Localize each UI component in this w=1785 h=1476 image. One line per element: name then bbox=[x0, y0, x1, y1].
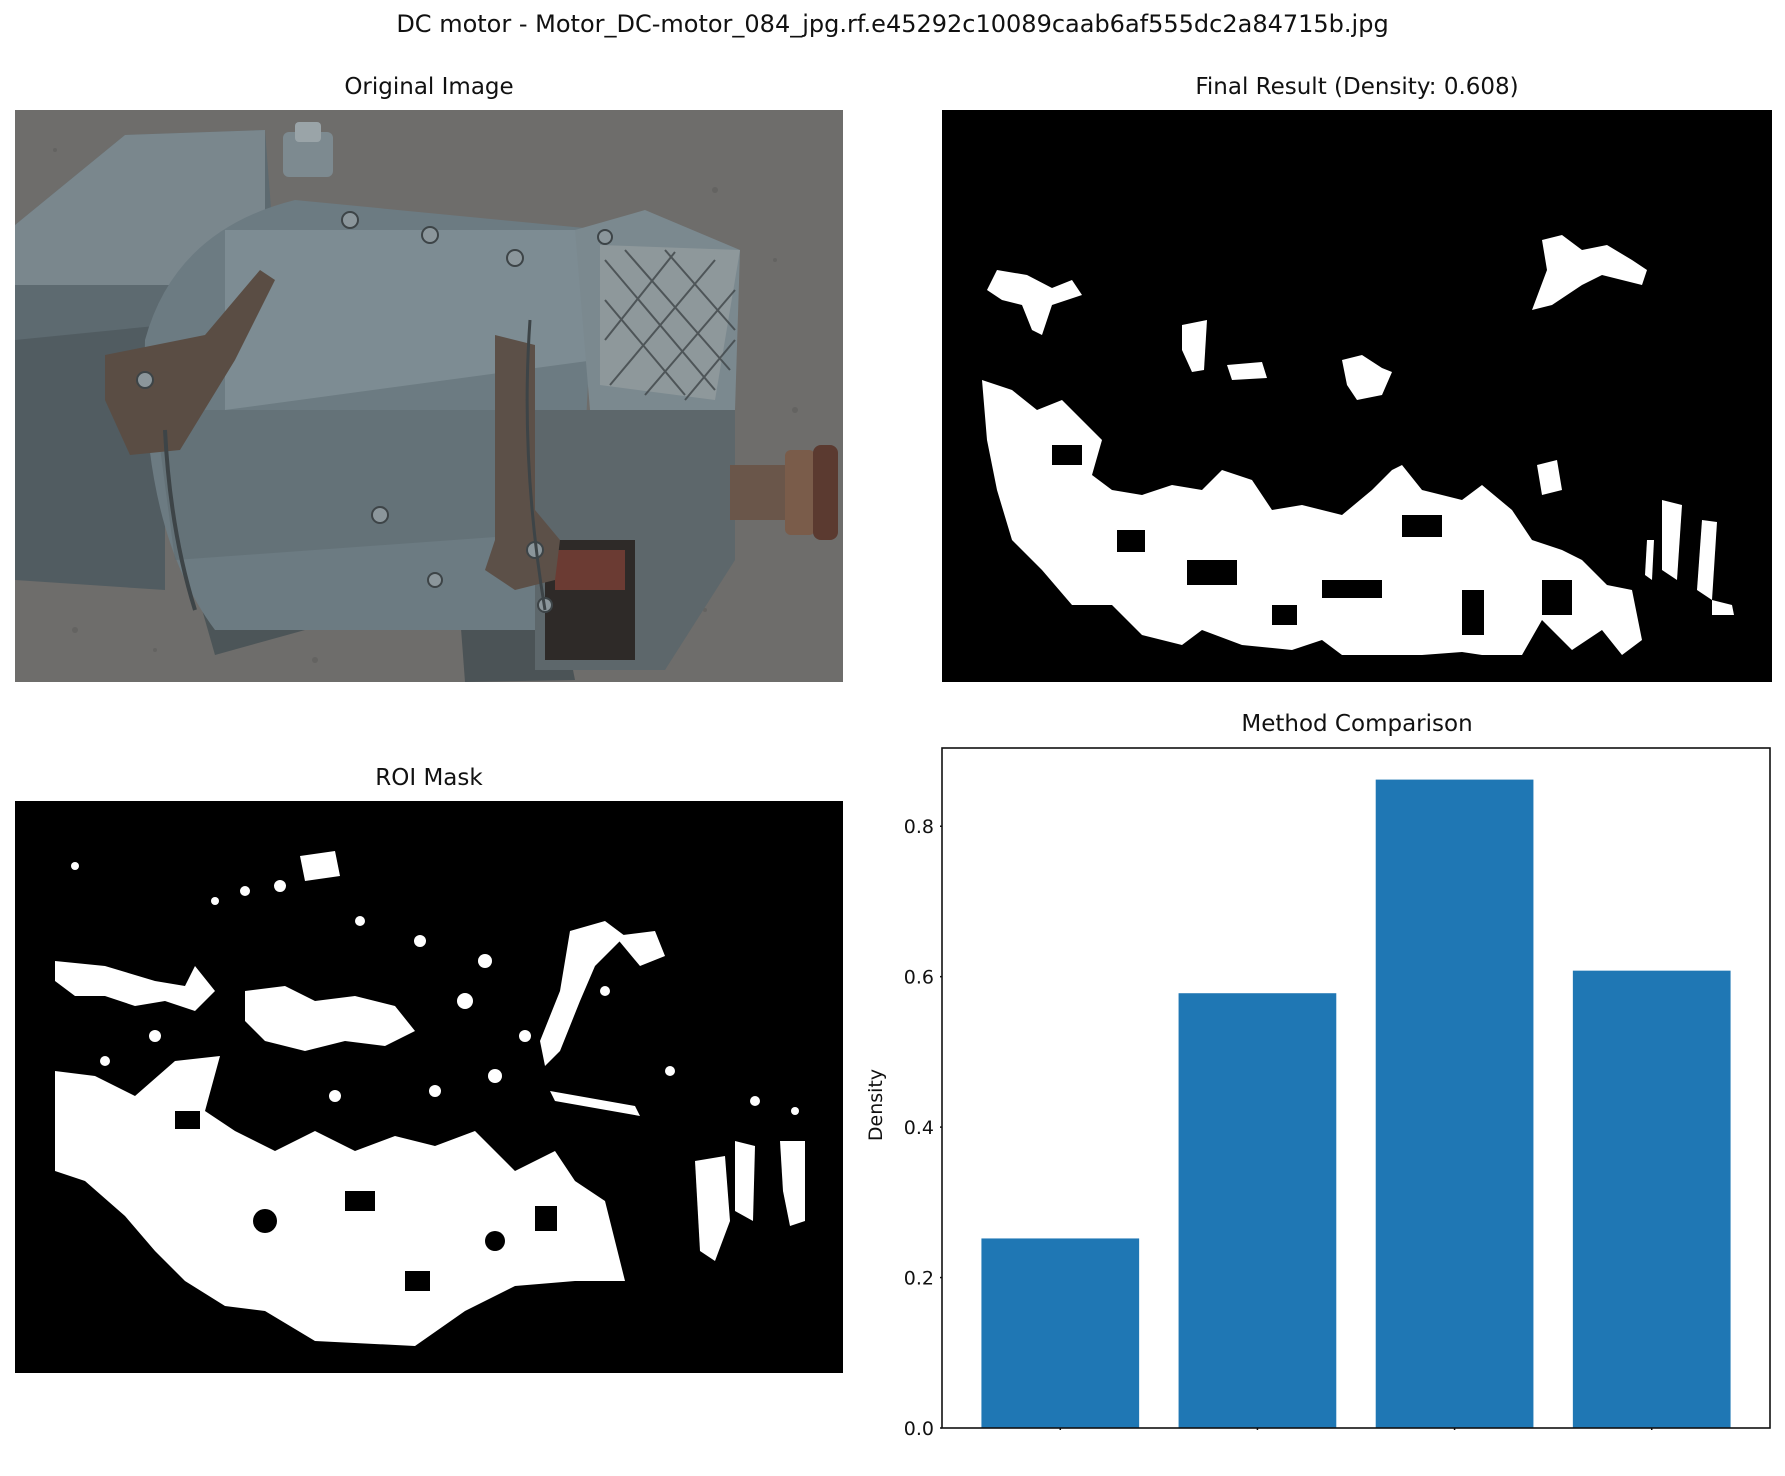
y-tick-label: 0.6 bbox=[904, 967, 934, 989]
y-tick-label: 0.8 bbox=[904, 816, 934, 838]
y-tick-label: 0.4 bbox=[904, 1117, 934, 1139]
final-result-mask bbox=[942, 110, 1772, 682]
bar-hsv bbox=[981, 1238, 1140, 1428]
bar-chart-svg: HSVLABAdaptiveFinal bbox=[940, 747, 1771, 1430]
bars-group bbox=[981, 779, 1731, 1428]
y-tick-label: 0.2 bbox=[904, 1268, 934, 1290]
roi-mask-title: ROI Mask bbox=[375, 765, 483, 791]
method-comparison-title: Method Comparison bbox=[1241, 711, 1473, 737]
original-image-title: Original Image bbox=[344, 74, 514, 100]
bar-adaptive bbox=[1375, 779, 1534, 1428]
y-tick-label: 0.0 bbox=[904, 1418, 934, 1440]
final-result-title: Final Result (Density: 0.608) bbox=[1195, 74, 1519, 100]
original-image bbox=[15, 110, 843, 682]
roi-mask bbox=[15, 801, 843, 1373]
figure-title: DC motor - Motor_DC-motor_084_jpg.rf.e45… bbox=[396, 10, 1389, 38]
method-comparison-chart: HSVLABAdaptiveFinal bbox=[940, 745, 1773, 1430]
y-tick-labels: 0.0 0.2 0.4 0.6 0.8 bbox=[904, 816, 934, 1440]
bar-final bbox=[1572, 970, 1731, 1428]
bar-lab bbox=[1178, 993, 1337, 1428]
